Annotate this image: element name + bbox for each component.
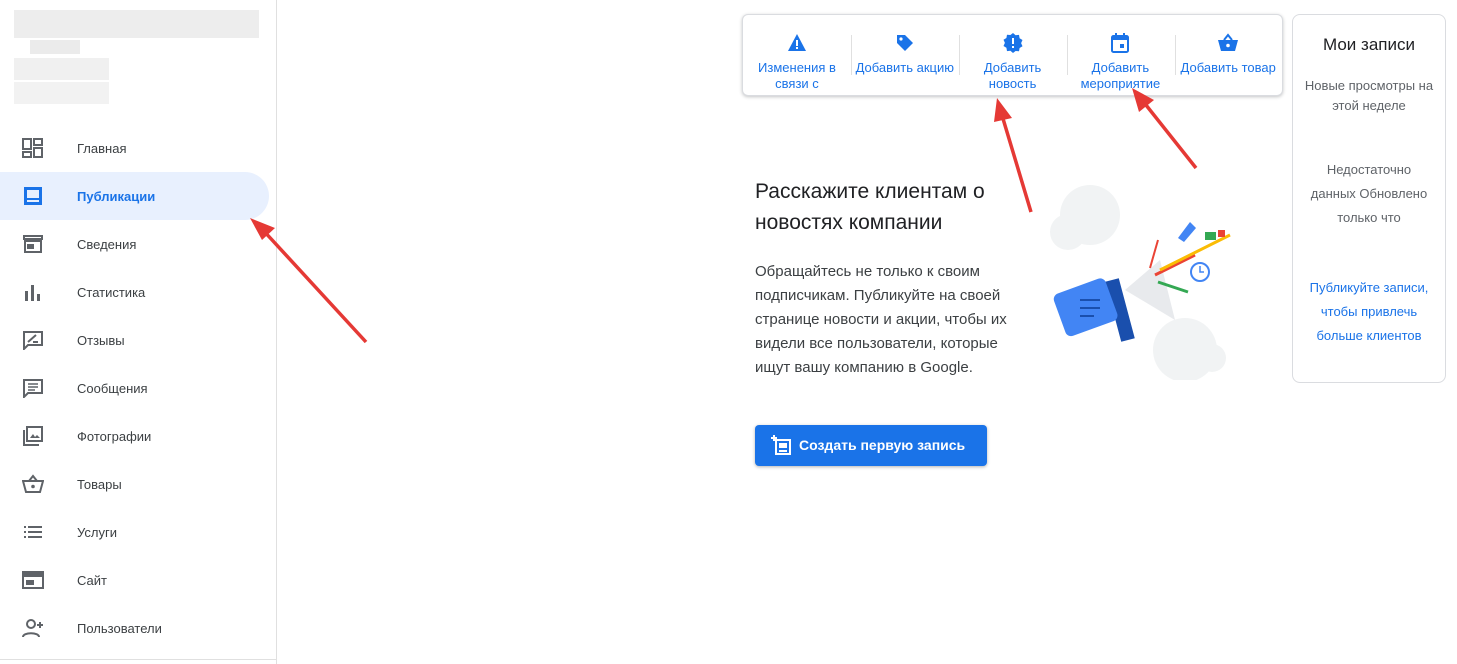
sidebar-item-label: Пользователи	[77, 620, 162, 636]
sidebar-item-stats[interactable]: Статистика	[0, 268, 277, 316]
tag-icon	[896, 35, 913, 51]
calendar-icon	[1111, 33, 1130, 53]
megaphone-illustration	[1050, 185, 1231, 380]
divider	[1175, 35, 1176, 75]
sidebar-item-label: Главная	[77, 140, 127, 156]
toolbar-button-label: Добавить товар	[1180, 60, 1276, 75]
divider	[0, 659, 277, 660]
alert-badge-icon	[1003, 33, 1023, 53]
sidebar-item-website[interactable]: Сайт	[0, 556, 277, 604]
sidebar-item-messages[interactable]: Сообщения	[0, 364, 277, 412]
add-offer-button[interactable]: Добавить акцию	[851, 15, 959, 95]
toolbar-button-label: Добавить новость	[983, 60, 1042, 91]
sidebar-item-label: Сведения	[77, 236, 137, 252]
sidebar-item-label: Статистика	[77, 284, 146, 300]
sidebar-item-users[interactable]: Пользователи	[0, 604, 277, 652]
posts-icon	[24, 187, 42, 205]
button-label: Создать первую запись	[799, 437, 966, 453]
status-text: Недостаточно данных Обновлено только что	[1310, 162, 1428, 225]
divider	[851, 35, 852, 75]
warning-icon	[788, 34, 806, 51]
sidebar-item-home[interactable]: Главная	[0, 124, 277, 172]
sidebar: Главная Публикации Сведения Статистика О…	[0, 0, 277, 664]
add-product-button[interactable]: Добавить товар	[1174, 15, 1282, 95]
sidebar-nav: Главная Публикации Сведения Статистика О…	[0, 124, 277, 652]
toolbar-button-label: Изменения в связи с	[758, 60, 836, 91]
add-event-button[interactable]: Добавить мероприятие	[1066, 15, 1174, 95]
page-title: Расскажите клиентам о новостях компании	[755, 180, 985, 234]
web-icon	[22, 571, 44, 589]
toolbar-button-label: Добавить акцию	[855, 60, 955, 75]
list-icon	[24, 526, 42, 538]
add-news-button[interactable]: Добавить новость	[959, 15, 1067, 95]
sidebar-item-services[interactable]: Услуги	[0, 508, 277, 556]
card-title: Мои записи	[1323, 35, 1415, 54]
basket-icon	[22, 474, 44, 493]
covid-update-button[interactable]: Изменения в связи с	[743, 15, 851, 95]
add-post-icon	[771, 435, 791, 455]
add-person-icon	[22, 619, 43, 638]
sidebar-item-reviews[interactable]: Отзывы	[0, 316, 277, 364]
sidebar-item-info[interactable]: Сведения	[0, 220, 277, 268]
basket-icon	[1218, 33, 1239, 51]
divider	[1067, 35, 1068, 75]
sidebar-item-label: Товары	[77, 476, 122, 492]
sidebar-item-products[interactable]: Товары	[0, 460, 277, 508]
storefront-icon	[23, 235, 43, 253]
dashboard-icon	[22, 138, 43, 158]
publish-posts-link[interactable]: Публикуйте записи, чтобы привлечь больше…	[1299, 276, 1439, 348]
description-text: Обращайтесь не только к своим подписчика…	[755, 263, 1007, 376]
chat-icon	[23, 379, 43, 398]
photo-library-icon	[23, 426, 43, 446]
sidebar-item-photos[interactable]: Фотографии	[0, 412, 277, 460]
sidebar-item-label: Сайт	[77, 572, 107, 588]
divider	[959, 35, 960, 75]
bar-chart-icon	[25, 285, 40, 301]
review-icon	[23, 331, 43, 350]
sidebar-item-label: Публикации	[77, 188, 156, 204]
post-type-toolbar: Изменения в связи с Добавить акцию Добав…	[742, 14, 1283, 96]
annotation-arrow	[1132, 88, 1198, 170]
create-first-post-button[interactable]: Создать первую запись	[755, 425, 987, 466]
sidebar-item-label: Услуги	[77, 524, 117, 540]
sidebar-item-label: Сообщения	[77, 380, 148, 396]
my-posts-card: Мои записи Новые просмотры на этой недел…	[1292, 14, 1446, 383]
blurred-business-logo	[14, 10, 264, 110]
sidebar-item-posts[interactable]: Публикации	[0, 172, 269, 220]
sidebar-item-label: Отзывы	[77, 332, 125, 348]
sidebar-item-label: Фотографии	[77, 428, 152, 444]
weekly-views-label: Новые просмотры на этой неделе	[1304, 78, 1434, 113]
toolbar-button-label: Добавить мероприятие	[1080, 60, 1161, 91]
